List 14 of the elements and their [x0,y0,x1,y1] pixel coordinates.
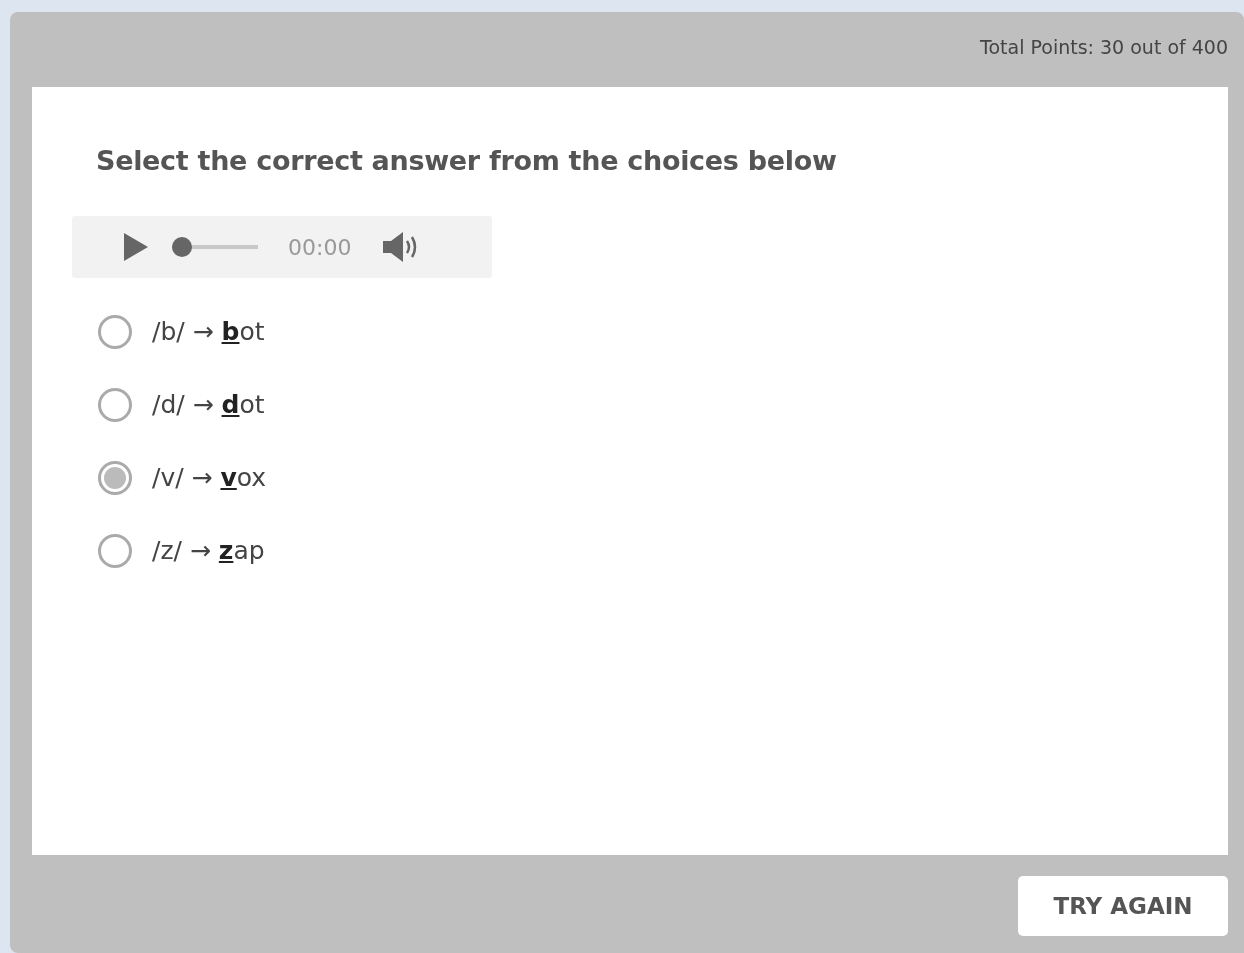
radio-button[interactable] [98,460,132,495]
time-display: 00:00 [288,234,352,260]
play-icon[interactable] [124,233,148,261]
choice-label[interactable]: /b/ → bot [152,317,265,346]
radio-button[interactable] [98,387,132,422]
choice-label[interactable]: /v/ → vox [152,463,267,492]
choice-label[interactable]: /d/ → dot [152,390,265,419]
total-points: Total Points: 30 out of 400 [980,35,1228,58]
try-again-button[interactable]: TRY AGAIN [1018,876,1228,936]
radio-button[interactable] [98,533,132,568]
seek-slider[interactable] [172,237,258,257]
question-text: Select the correct answer from the choices below [96,145,838,176]
choice-label[interactable]: /z/ → zap [152,536,265,565]
radio-button[interactable] [98,314,132,349]
